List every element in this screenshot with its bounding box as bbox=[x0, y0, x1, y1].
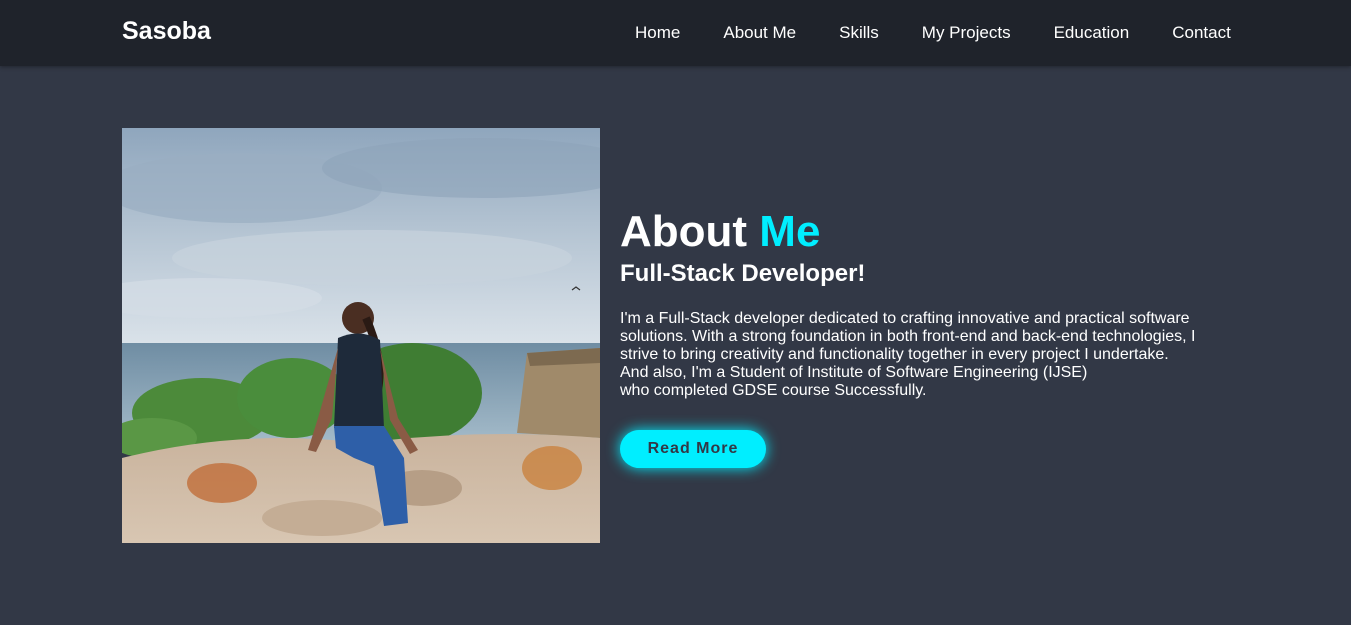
nav-link-education[interactable]: Education bbox=[1054, 23, 1130, 43]
nav-link-projects[interactable]: My Projects bbox=[922, 23, 1011, 43]
nav-link-contact[interactable]: Contact bbox=[1172, 23, 1231, 43]
profile-photo bbox=[122, 128, 600, 543]
about-subtitle: Full-Stack Developer! bbox=[620, 260, 866, 287]
bio-line: who completed GDSE course Successfully. bbox=[620, 382, 927, 399]
nav-link-home[interactable]: Home bbox=[635, 23, 680, 43]
bio-line: solutions. With a strong foundation in b… bbox=[620, 328, 1196, 345]
bio-line: strive to bring creativity and functiona… bbox=[620, 346, 1169, 363]
about-title-accent: Me bbox=[759, 207, 821, 256]
navbar: Sasoba Home About Me Skills My Projects … bbox=[0, 0, 1351, 66]
logo[interactable]: Sasoba bbox=[122, 17, 211, 46]
about-title: About Me bbox=[620, 205, 820, 259]
nav-link-about[interactable]: About Me bbox=[723, 23, 796, 43]
about-bio: I'm a Full-Stack developer dedicated to … bbox=[620, 310, 1220, 400]
read-more-button[interactable]: Read More bbox=[620, 430, 766, 468]
nav-menu: Home About Me Skills My Projects Educati… bbox=[635, 23, 1231, 43]
about-title-main: About bbox=[620, 207, 760, 256]
bio-line: I'm a Full-Stack developer dedicated to … bbox=[620, 310, 1190, 327]
nav-link-skills[interactable]: Skills bbox=[839, 23, 879, 43]
bio-line: And also, I'm a Student of Institute of … bbox=[620, 364, 1088, 381]
